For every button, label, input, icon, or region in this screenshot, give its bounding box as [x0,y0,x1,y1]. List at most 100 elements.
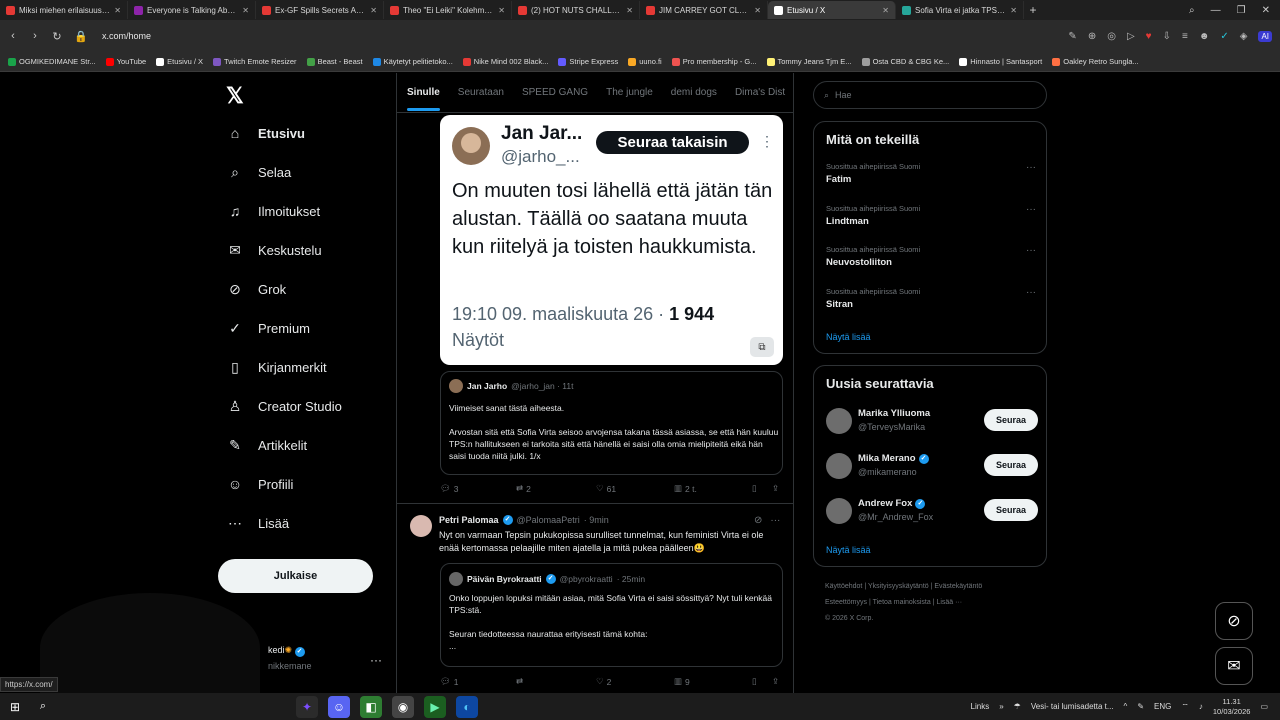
nav-item-ilmoitukset[interactable]: ♫ Ilmoitukset [226,203,320,219]
tweet-author-handle[interactable]: @PalomaaPetri [517,515,580,525]
account-more-icon[interactable]: ··· [370,653,382,667]
share-button[interactable]: ⇪ [772,483,779,494]
nav-item-artikkelit[interactable]: ✎ Artikkelit [226,437,307,454]
search-input[interactable]: ⌕ Hae [813,81,1047,109]
footer-link[interactable]: Yksityisyyskäytäntö [868,583,929,590]
wifi-icon[interactable]: ⌔ [1181,702,1189,712]
trend-item[interactable]: Suosittua aihepiirissä Suomi Lindtman ··· [826,204,1036,227]
follow-button[interactable]: Seuraa [984,409,1038,431]
avatar[interactable] [826,453,852,479]
close-tab-icon[interactable]: ✕ [370,6,377,15]
extension-icon[interactable]: ✓ [1220,31,1228,42]
grok-icon[interactable]: ⊘ [754,515,762,526]
browser-tab[interactable]: Ex-GF Spills Secrets About ✕ [256,1,384,19]
shield-icon[interactable]: ◎ [1107,31,1116,42]
edge-icon[interactable]: ◐ [456,695,478,718]
close-tab-icon[interactable]: ✕ [498,6,505,15]
show-more-trends-link[interactable]: Näytä lisää [826,332,871,342]
tweet-author-name[interactable]: Petri Palomaa [439,515,499,525]
language-indicator[interactable]: ENG [1154,702,1171,711]
browser-tab[interactable]: Sofia Virta ei jatka TPSn h ✕ [896,1,1024,19]
nav-item-grok[interactable]: ⊘ Grok [226,281,286,298]
download-icon[interactable]: ⇩ [1163,31,1171,42]
follow-suggestion[interactable]: Marika Ylliuoma @TerveysMarika Seuraa [826,406,1038,436]
repost-button[interactable]: ⇄ 2 [516,483,596,494]
bookmark-item[interactable]: Stripe Express [558,57,618,66]
close-tab-icon[interactable]: ✕ [626,6,633,15]
reply-button[interactable]: 💬︎ 1 [440,676,516,687]
footer-link[interactable]: Tietoa mainoksista [873,599,931,606]
show-more-follows-link[interactable]: Näytä lisää [826,545,871,555]
volume-icon[interactable]: ♪ [1199,702,1203,711]
trend-item[interactable]: Suosittua aihepiirissä Suomi Fatim ··· [826,162,1036,185]
close-tab-icon[interactable]: ✕ [882,6,889,15]
bookmark-button[interactable]: ▯ [752,483,772,494]
discord-icon[interactable]: ☺ [328,695,350,718]
bookmark-item[interactable]: uuno.fi [628,57,662,66]
more-icon[interactable]: ··· [1026,287,1036,298]
trend-item[interactable]: Suosittua aihepiirissä Suomi Neuvostoliit… [826,245,1036,268]
ai-icon[interactable]: AI [1258,30,1272,42]
play-icon[interactable]: ▷ [1127,31,1135,42]
feed-tab[interactable]: Seurataan [458,87,504,98]
feed-tab[interactable]: The jungle [606,87,653,98]
like-button[interactable]: ♡ 2 [596,676,674,687]
bookmark-button[interactable]: ▯ [752,676,772,687]
weather-text[interactable]: Vesi- tai lumisadetta t... [1031,702,1114,711]
pen-icon[interactable]: ✎ [1137,702,1144,711]
more-icon[interactable]: ··· [1026,204,1036,215]
avatar[interactable] [410,515,432,537]
bookmark-item[interactable]: Käytetyt pelitietoko... [372,57,453,66]
feed-tab[interactable]: SPEED GANG [522,87,588,98]
browser-tab[interactable]: (2) HOT NUTS CHALLENG ✕ [512,1,640,19]
more-icon[interactable]: ··· [770,515,780,526]
bookmark-item[interactable]: OGMIKEDIMANE Str... [8,57,96,66]
bookmark-item[interactable]: Etusivu / X [156,57,203,66]
browser-tab[interactable]: Etusivu / X ✕ [768,1,896,19]
follow-suggestion[interactable]: Mika Merano ✓ @mikamerano Seuraa [826,451,1038,481]
weather-icon[interactable]: ☂ [1014,702,1021,711]
tweet-screenshot-image[interactable]: Jan Jar... @jarho_... Seuraa takaisin ⋮ … [440,115,783,365]
tweet-time[interactable]: · 9min [584,515,609,525]
clock[interactable]: 11.31 10/03/2026 [1213,697,1251,717]
footer-link[interactable]: Lisää ··· [936,599,962,606]
nav-item-profiili[interactable]: ☺ Profiili [226,476,294,492]
nav-item-kirjanmerkit[interactable]: ▯ Kirjanmerkit [226,359,326,376]
close-window-icon[interactable]: ✕ [1262,5,1270,16]
footer-link[interactable]: Esteettömyys [825,599,867,606]
bookmark-item[interactable]: Twitch Emote Resizer [213,57,297,66]
nav-item-etusivu[interactable]: ⌂ Etusivu [226,125,305,141]
avatar[interactable] [826,408,852,434]
feed-tab[interactable]: demi dogs [671,87,717,98]
browser-tab[interactable]: Miksi miehen erilaisuus ko ✕ [0,1,128,19]
footer-link[interactable]: Käyttöehdot [825,583,862,590]
chevron-icon[interactable]: » [999,702,1003,711]
menu-icon[interactable]: ≡ [1182,31,1188,42]
nav-item-keskustelu[interactable]: ✉ Keskustelu [226,242,321,259]
close-tab-icon[interactable]: ✕ [242,6,249,15]
x-logo-icon[interactable]: 𝕏 [226,83,244,109]
footer-link[interactable]: Evästekäytäntö [934,583,982,590]
account-switcher[interactable]: kedi✺ ✓ nikkemane [268,645,312,671]
site-info-icon[interactable]: 🔒 [74,30,88,43]
views-button[interactable]: ▥ 9 [674,676,752,687]
more-icon[interactable]: ··· [1026,162,1036,173]
bookmark-item[interactable]: Beast - Beast [306,57,363,66]
follow-button[interactable]: Seuraa [984,454,1038,476]
back-icon[interactable]: ‹ [8,30,18,42]
nav-item-premium[interactable]: ✓ Premium [226,320,310,337]
quoted-post[interactable]: Päivän Byrokraatti ✓ @pbyrokraatti · 25m… [440,563,783,667]
bookmark-item[interactable]: Oakley Retro Sungla... [1052,57,1139,66]
search-tabs-icon[interactable]: ⌕ [1189,5,1195,16]
app-icon[interactable]: ◧ [360,695,382,718]
links-toolbar[interactable]: Links [971,702,990,711]
bookmark-item[interactable]: Tommy Jeans Tjm E... [766,57,852,66]
url-field[interactable]: x.com/home [102,31,151,41]
feed-tab[interactable]: Sinulle [407,87,440,111]
browser-tab[interactable]: JIM CARREY GOT CLONED ✕ [640,1,768,19]
nav-item-creator-studio[interactable]: ♙ Creator Studio [226,398,342,415]
browser-tab[interactable]: Theo "Ei Leiki" Kolehmain ✕ [384,1,512,19]
feed-tab[interactable]: Dima's Dist [735,87,785,98]
copilot-icon[interactable]: ✦ [296,695,318,718]
minimize-icon[interactable]: — [1211,5,1221,16]
